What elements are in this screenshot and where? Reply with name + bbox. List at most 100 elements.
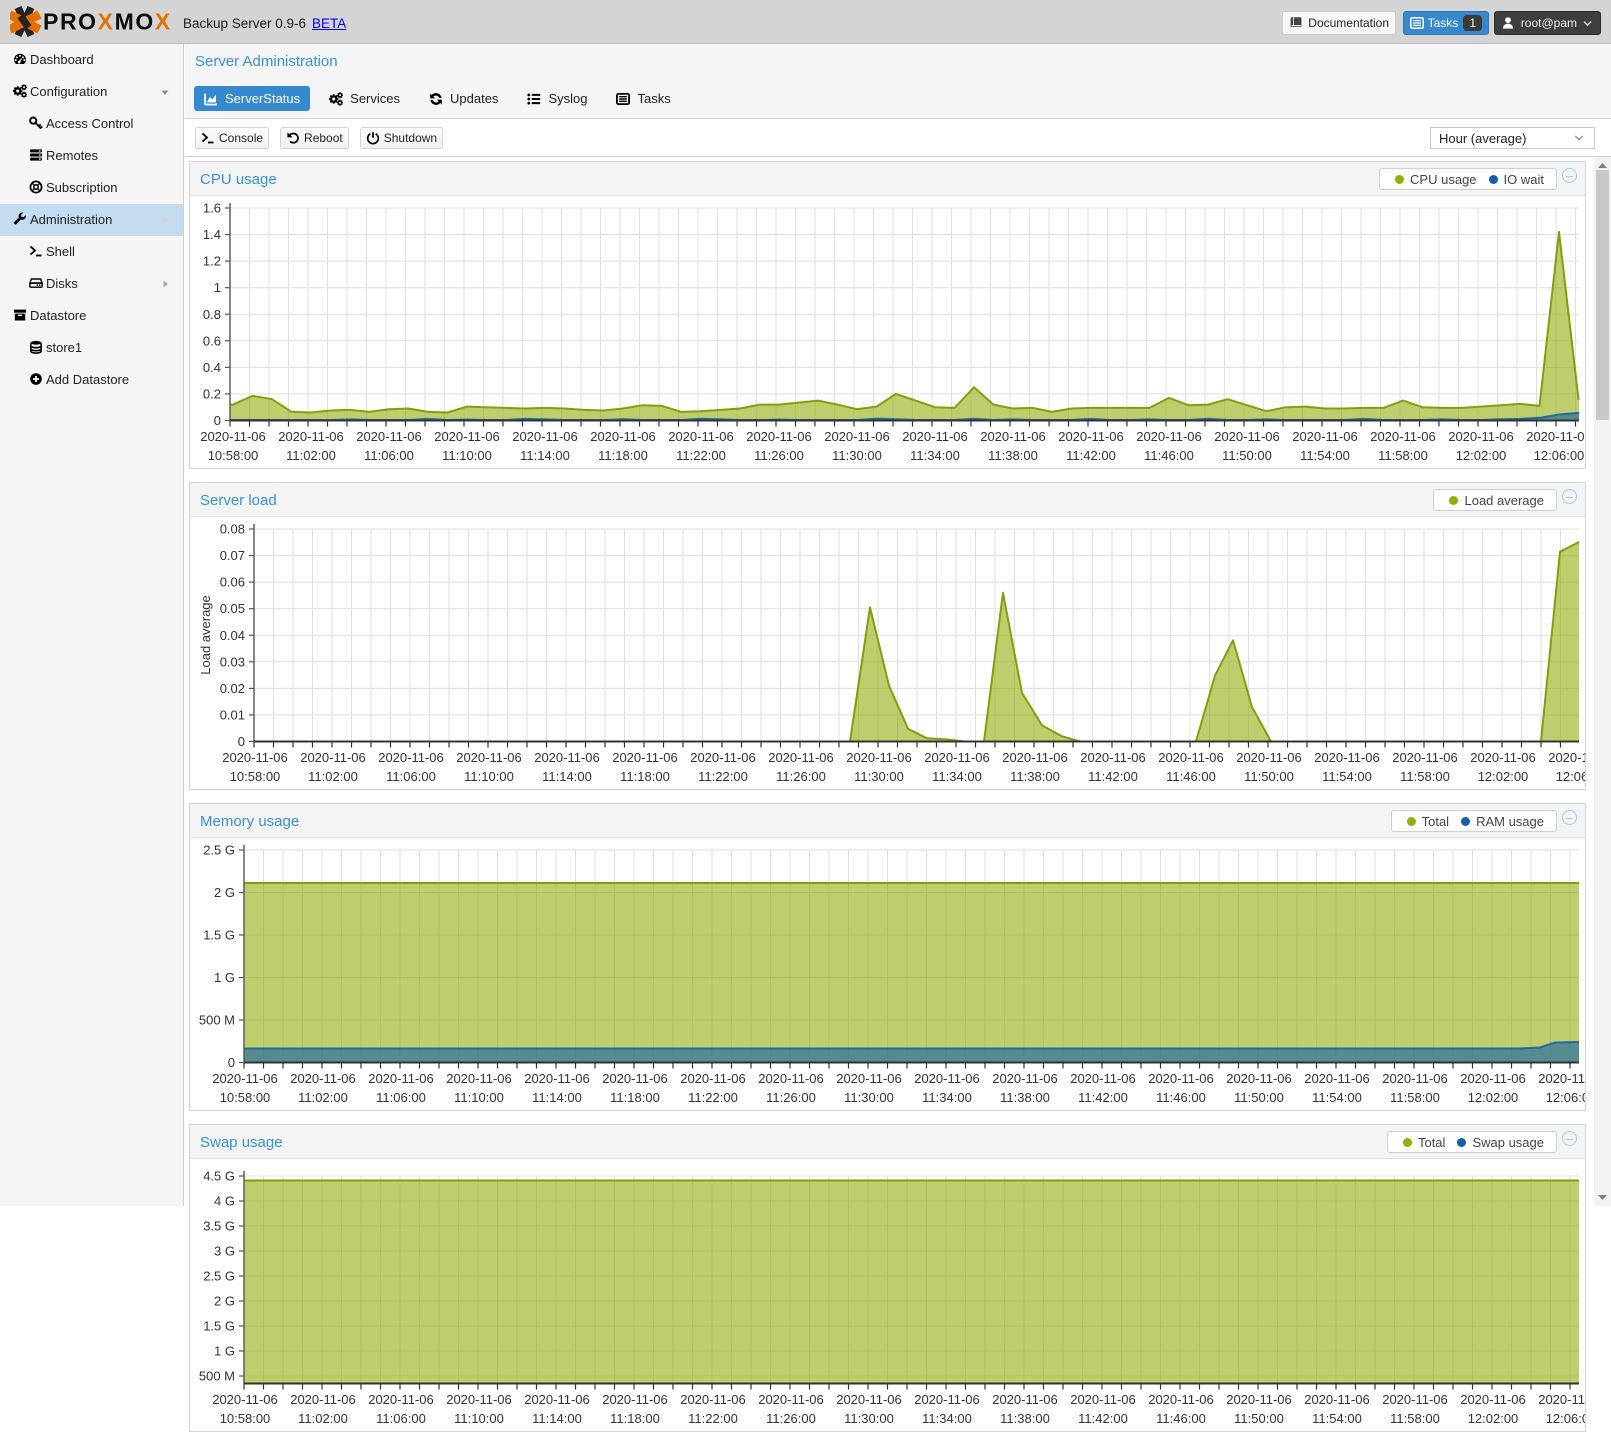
svg-text:11:18:00: 11:18:00 (620, 769, 670, 784)
svg-text:11:34:00: 11:34:00 (922, 1090, 972, 1105)
svg-text:2020-11-06: 2020-11-06 (512, 429, 578, 444)
svg-text:2020-11-06: 2020-11-06 (1214, 429, 1280, 444)
svg-text:2020-11-06: 2020-11-06 (1460, 1071, 1526, 1086)
svg-text:11:22:00: 11:22:00 (676, 448, 726, 463)
svg-text:2020-11-06: 2020-11-06 (836, 1392, 902, 1407)
svg-text:11:02:00: 11:02:00 (298, 1411, 348, 1426)
svg-text:10:58:00: 10:58:00 (208, 448, 259, 463)
svg-text:2020-11-06: 2020-11-06 (1392, 750, 1458, 765)
svg-text:2020-11-06: 2020-11-06 (758, 1392, 824, 1407)
svg-text:11:26:00: 11:26:00 (766, 1090, 816, 1105)
svg-text:11:50:00: 11:50:00 (1234, 1411, 1284, 1426)
svg-text:0.8: 0.8 (203, 307, 221, 322)
svg-text:2020-11-06: 2020-11-06 (980, 429, 1046, 444)
svg-text:2020-11-06: 2020-11-06 (680, 1392, 746, 1407)
svg-text:0.08: 0.08 (220, 522, 245, 537)
svg-text:2020-11-06: 2020-11-06 (992, 1071, 1058, 1086)
svg-text:0.04: 0.04 (220, 628, 245, 643)
svg-text:11:14:00: 11:14:00 (532, 1411, 582, 1426)
svg-text:11:06:00: 11:06:00 (364, 448, 414, 463)
svg-text:2020-11-06: 2020-11-06 (590, 429, 656, 444)
svg-text:2020-11-06: 2020-11-06 (524, 1071, 590, 1086)
svg-text:11:54:00: 11:54:00 (1322, 769, 1372, 784)
svg-text:3 G: 3 G (214, 1244, 235, 1259)
svg-text:2020-11-06: 2020-11-06 (222, 750, 288, 765)
svg-text:11:26:00: 11:26:00 (776, 769, 826, 784)
svg-text:11:26:00: 11:26:00 (766, 1411, 816, 1426)
svg-text:2.5 G: 2.5 G (203, 843, 235, 858)
svg-text:2020-11-06: 2020-11-06 (456, 750, 522, 765)
svg-text:11:30:00: 11:30:00 (844, 1090, 894, 1105)
svg-text:2020-11-06: 2020-11-06 (1158, 750, 1224, 765)
svg-text:2020-11-06: 2020-11-06 (446, 1071, 512, 1086)
svg-text:2020-11-06: 2020-11-06 (746, 429, 812, 444)
svg-text:11:54:00: 11:54:00 (1312, 1411, 1362, 1426)
svg-text:2020-11-06: 2020-11-06 (1304, 1071, 1370, 1086)
svg-text:11:42:00: 11:42:00 (1088, 769, 1138, 784)
svg-text:11:02:00: 11:02:00 (308, 769, 358, 784)
svg-text:2020-11-06: 2020-11-06 (446, 1392, 512, 1407)
svg-text:11:30:00: 11:30:00 (854, 769, 904, 784)
svg-text:2020-11-06: 2020-11-06 (1370, 429, 1436, 444)
svg-text:2020-11-06: 2020-11-06 (846, 750, 912, 765)
svg-text:2020-11-06: 2020-11-06 (434, 429, 500, 444)
svg-text:0: 0 (238, 734, 245, 749)
svg-text:PROXMOX: PROXMOX (43, 9, 172, 35)
svg-text:11:10:00: 11:10:00 (454, 1411, 504, 1426)
svg-text:2020-11-06: 2020-11-06 (1148, 1392, 1214, 1407)
svg-text:2020-11-06: 2020-11-06 (992, 1392, 1058, 1407)
svg-text:2020-11-06: 2020-11-06 (1236, 750, 1302, 765)
svg-text:11:06:00: 11:06:00 (386, 769, 436, 784)
svg-text:0.05: 0.05 (220, 601, 245, 616)
svg-text:4.5 G: 4.5 G (203, 1169, 235, 1184)
svg-text:2020-11-06: 2020-11-06 (768, 750, 834, 765)
svg-text:12:06:00: 12:06:00 (1556, 769, 1585, 784)
svg-text:0.06: 0.06 (220, 575, 245, 590)
svg-text:11:02:00: 11:02:00 (286, 448, 336, 463)
svg-text:2020-11-06: 2020-11-06 (914, 1392, 980, 1407)
svg-text:11:46:00: 11:46:00 (1144, 448, 1194, 463)
svg-text:11:18:00: 11:18:00 (610, 1090, 660, 1105)
svg-text:2020-11-06: 2020-11-06 (534, 750, 600, 765)
svg-text:11:30:00: 11:30:00 (844, 1411, 894, 1426)
svg-text:11:58:00: 11:58:00 (1390, 1411, 1440, 1426)
svg-text:2020-11-06: 2020-11-06 (290, 1392, 356, 1407)
svg-text:1.5 G: 1.5 G (203, 928, 235, 943)
svg-text:2020-11-06: 2020-11-06 (1382, 1392, 1448, 1407)
svg-text:2020-11-06: 2020-11-06 (1538, 1392, 1585, 1407)
svg-text:12:06:00: 12:06:00 (1534, 448, 1585, 463)
svg-text:11:22:00: 11:22:00 (698, 769, 748, 784)
svg-text:2020-11-06: 2020-11-06 (1070, 1071, 1136, 1086)
svg-text:0: 0 (228, 1055, 235, 1070)
svg-text:2020-11-06: 2020-11-06 (1058, 429, 1124, 444)
svg-text:3.5 G: 3.5 G (203, 1219, 235, 1234)
svg-text:1.6: 1.6 (203, 201, 221, 216)
svg-text:0.03: 0.03 (220, 654, 245, 669)
svg-text:11:38:00: 11:38:00 (988, 448, 1038, 463)
svg-text:2020-11-06: 2020-11-06 (690, 750, 756, 765)
svg-text:2020-11-06: 2020-11-06 (300, 750, 366, 765)
svg-text:11:06:00: 11:06:00 (376, 1090, 426, 1105)
svg-text:11:10:00: 11:10:00 (464, 769, 514, 784)
svg-text:11:58:00: 11:58:00 (1390, 1090, 1440, 1105)
svg-text:12:02:00: 12:02:00 (1468, 1411, 1519, 1426)
svg-text:11:34:00: 11:34:00 (932, 769, 982, 784)
svg-text:2020-11-06: 2020-11-06 (212, 1071, 278, 1086)
svg-text:10:58:00: 10:58:00 (220, 1411, 271, 1426)
svg-text:2020-11-06: 2020-11-06 (902, 429, 968, 444)
svg-text:10:58:00: 10:58:00 (230, 769, 281, 784)
svg-text:11:14:00: 11:14:00 (532, 1090, 582, 1105)
svg-text:2020-11-06: 2020-11-06 (1304, 1392, 1370, 1407)
svg-text:2020-11-06: 2020-11-06 (1548, 750, 1585, 765)
svg-text:2020-11-06: 2020-11-06 (1002, 750, 1068, 765)
svg-text:2020-11-06: 2020-11-06 (836, 1071, 902, 1086)
svg-text:11:42:00: 11:42:00 (1078, 1090, 1128, 1105)
svg-text:2020-11-06: 2020-11-06 (356, 429, 422, 444)
svg-text:0.6: 0.6 (203, 333, 221, 348)
svg-text:11:58:00: 11:58:00 (1400, 769, 1450, 784)
svg-text:10:58:00: 10:58:00 (220, 1090, 271, 1105)
svg-text:11:18:00: 11:18:00 (598, 448, 648, 463)
svg-text:12:06:00: 12:06:00 (1546, 1411, 1585, 1426)
svg-text:11:02:00: 11:02:00 (298, 1090, 348, 1105)
svg-text:11:30:00: 11:30:00 (832, 448, 882, 463)
